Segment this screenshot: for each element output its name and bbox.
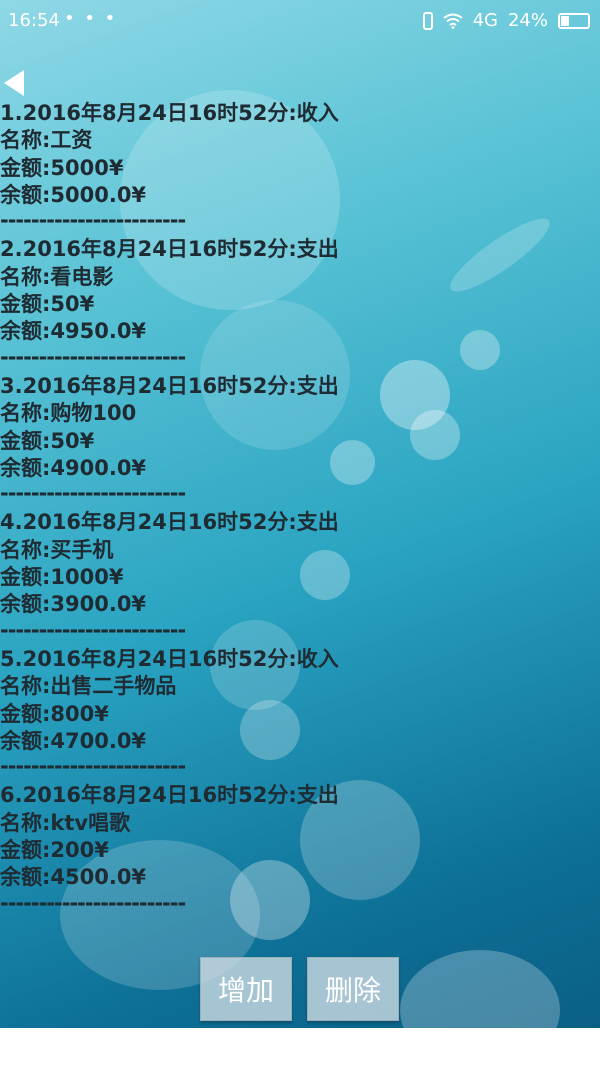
status-time: 16:54 <box>8 10 60 31</box>
record-header: 6.2016年8月24日16时52分:支出 <box>0 783 339 808</box>
add-button[interactable]: 增加 <box>200 957 292 1021</box>
record-name: 名称:买手机 <box>0 537 114 562</box>
record-header: 2.2016年8月24日16时52分:支出 <box>0 237 339 262</box>
list-item: 6.2016年8月24日16时52分:支出 名称:ktv唱歌 金额:200¥ 余… <box>0 782 600 918</box>
record-divider: ------------------------ <box>0 208 186 233</box>
record-header: 5.2016年8月24日16时52分:收入 <box>0 646 339 671</box>
record-header: 1.2016年8月24日16时52分:收入 <box>0 101 339 125</box>
status-icons: 4G 24% <box>422 10 590 31</box>
list-item: 5.2016年8月24日16时52分:收入 名称:出售二手物品 金额:800¥ … <box>0 646 600 782</box>
list-item: 4.2016年8月24日16时52分:支出 名称:买手机 金额:1000¥ 余额… <box>0 509 600 645</box>
list-item: 3.2016年8月24日16时52分:支出 名称:购物100 金额:50¥ 余额… <box>0 373 600 509</box>
record-amount: 金额:800¥ <box>0 701 109 726</box>
bottom-blank-area <box>0 1028 600 1067</box>
record-balance: 余额:4950.0¥ <box>0 319 147 344</box>
network-type: 4G <box>472 10 498 31</box>
vibrate-icon <box>422 11 433 30</box>
status-bar: 16:54 • • • 4G 24% <box>0 0 600 42</box>
battery-percent: 24% <box>507 10 548 31</box>
notification-dots: • • • <box>64 8 118 29</box>
record-balance: 余额:4700.0¥ <box>0 728 147 753</box>
wifi-icon <box>442 13 463 29</box>
record-divider: ------------------------ <box>0 890 186 915</box>
battery-icon <box>558 12 590 29</box>
record-balance: 余额:5000.0¥ <box>0 182 147 207</box>
app-screen: 16:54 • • • 4G 24% 1.2016年8月24日16时52分:收入… <box>0 0 600 1067</box>
back-arrow-icon[interactable] <box>4 70 24 96</box>
record-balance: 余额:4500.0¥ <box>0 865 147 890</box>
record-amount: 金额:50¥ <box>0 292 95 317</box>
record-balance: 余额:3900.0¥ <box>0 592 147 617</box>
record-header: 3.2016年8月24日16时52分:支出 <box>0 373 339 398</box>
record-divider: ------------------------ <box>0 481 186 506</box>
record-amount: 金额:50¥ <box>0 428 95 453</box>
record-balance: 余额:4900.0¥ <box>0 455 147 480</box>
list-item: 2.2016年8月24日16时52分:支出 名称:看电影 金额:50¥ 余额:4… <box>0 236 600 372</box>
record-amount: 金额:1000¥ <box>0 565 124 590</box>
record-amount: 金额:200¥ <box>0 838 109 863</box>
list-item: 1.2016年8月24日16时52分:收入 名称:工资 金额:5000¥ 余额:… <box>0 100 600 236</box>
record-name: 名称:看电影 <box>0 264 114 289</box>
record-header: 4.2016年8月24日16时52分:支出 <box>0 510 339 535</box>
record-divider: ------------------------ <box>0 617 186 642</box>
record-divider: ------------------------ <box>0 754 186 779</box>
delete-button[interactable]: 删除 <box>307 957 399 1021</box>
record-name: 名称:ktv唱歌 <box>0 810 131 835</box>
record-amount: 金额:5000¥ <box>0 155 124 180</box>
record-list: 1.2016年8月24日16时52分:收入 名称:工资 金额:5000¥ 余额:… <box>0 100 600 919</box>
record-name: 名称:出售二手物品 <box>0 674 177 699</box>
record-divider: ------------------------ <box>0 344 186 369</box>
record-name: 名称:购物100 <box>0 401 137 426</box>
record-name: 名称:工资 <box>0 128 93 153</box>
